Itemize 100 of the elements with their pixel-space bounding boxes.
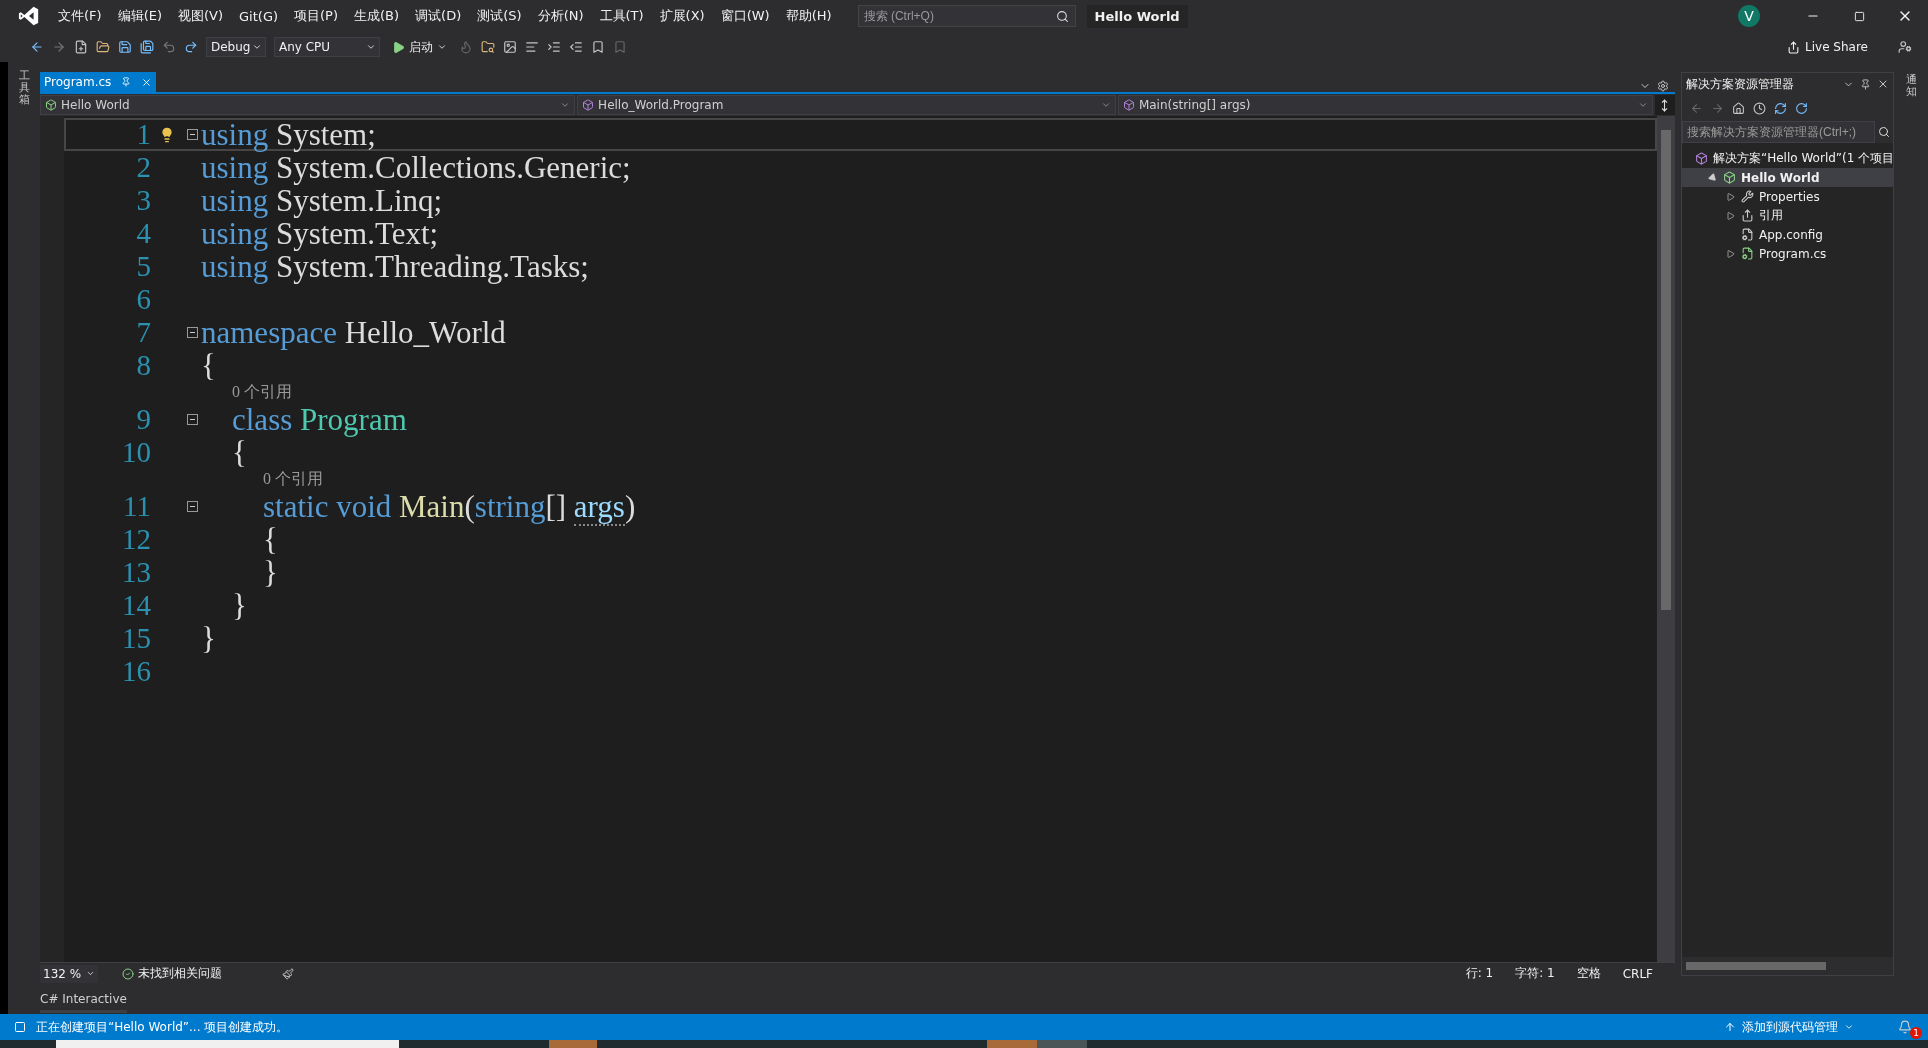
line-number: 5 [135,250,151,283]
references-icon [1741,209,1754,222]
code-line: using System; [201,116,376,153]
line-number: 6 [135,283,151,316]
source-control-button[interactable]: 添加到源代码管理 [1718,1017,1860,1037]
back-icon[interactable] [30,40,44,54]
navigation-dropdown[interactable]: Hello World [40,95,576,115]
collapse-icon[interactable] [187,501,198,512]
close-icon[interactable] [1877,78,1889,90]
undo-icon[interactable] [162,40,176,54]
class-icon [582,99,595,111]
menu-item[interactable]: 文件(F) [50,7,110,25]
redo-icon[interactable] [184,40,198,54]
open-folder-icon[interactable] [96,40,110,54]
menu-item[interactable]: 帮助(H) [777,7,840,25]
toolbox-tab[interactable]: 工具箱 [18,70,30,107]
caret-icon [86,969,95,978]
vertical-scrollbar[interactable] [1657,116,1675,962]
up-arrow-icon [1724,1021,1736,1033]
solution-icon [1695,152,1708,165]
caret-icon [1100,100,1111,110]
caret-icon [1844,1022,1854,1032]
panel-title: 解决方案资源管理器 [1686,75,1795,93]
bookmark-icon[interactable] [591,40,605,54]
codelens-references[interactable]: 0 个引用 [263,469,323,490]
navigation-dropdown[interactable]: Hello_World.Program [577,95,1116,115]
save-all-icon[interactable] [140,40,154,54]
menu-item[interactable]: 生成(B) [346,7,408,25]
close-icon [141,76,153,88]
start-button[interactable]: 启动 [388,38,451,56]
menu-item[interactable]: 分析(N) [529,7,592,25]
menu-item[interactable]: 扩展(X) [651,7,713,25]
sync-icon[interactable] [1774,101,1787,115]
live-share-button[interactable]: Live Share [1781,39,1874,55]
line-number: 10 [121,436,151,469]
issues-status[interactable]: 未找到相关问题 [138,965,222,982]
notifications-tab[interactable]: 通知 [1905,74,1917,1014]
codelens-references[interactable]: 0 个引用 [232,382,292,403]
output-icon [14,1021,26,1033]
caret-icon [366,42,376,52]
menu-item[interactable]: 调试(D) [407,7,470,25]
split-button[interactable] [1655,95,1675,115]
save-icon[interactable] [118,40,132,54]
menu-item[interactable]: Git(G) [231,8,287,24]
zoom-dropdown[interactable]: 132 % [40,964,98,983]
account-avatar[interactable]: V [1738,5,1760,27]
menu-item[interactable]: 窗口(W) [712,7,778,25]
class-icon [1122,99,1135,111]
tree-item[interactable]: Hello World [1682,168,1893,187]
menu-item[interactable]: 项目(P) [286,7,346,25]
solution-search-field[interactable]: 搜索解决方案资源管理器(Ctrl+;) [1682,121,1875,143]
home-icon[interactable] [1732,101,1745,115]
document-tab[interactable]: Program.cs [40,72,157,92]
platform-dropdown[interactable]: Any CPU [274,37,380,57]
line-number: 3 [135,184,151,217]
caret-icon [252,42,262,52]
settings-icon[interactable] [1657,80,1669,92]
align-icon[interactable] [525,40,539,54]
horizontal-scrollbar[interactable] [1682,957,1893,975]
menu-item[interactable]: 视图(V) [170,7,232,25]
expanded-triangle-icon[interactable] [1708,173,1718,182]
new-file-icon[interactable] [74,40,88,54]
editor-status-item: 行: 1 [1465,965,1494,982]
editor-status-item: CRLF [1622,966,1653,981]
folder-search-icon[interactable] [481,40,495,54]
editor-status-item: 空格 [1576,965,1601,982]
tree-item[interactable]: 引用 [1682,206,1893,225]
pin-icon[interactable] [1860,78,1871,90]
search-icon[interactable] [1878,126,1890,138]
history-icon[interactable] [1753,101,1766,115]
collapse-icon[interactable] [187,414,198,425]
project-icon [45,99,57,111]
tree-item[interactable]: App.config [1682,225,1893,244]
forward-icon[interactable] [52,40,66,54]
tree-item[interactable]: 解决方案“Hello World”(1 个项目 [1682,149,1893,168]
menu-item[interactable]: 工具(T) [591,7,652,25]
restore-icon [1853,10,1865,22]
collapse-icon[interactable] [187,129,198,140]
indent-icon[interactable] [547,40,561,54]
refresh-icon[interactable] [1795,101,1808,115]
project-icon [1723,171,1736,184]
collapsed-triangle-icon[interactable] [1726,192,1736,201]
forward-icon[interactable] [1711,101,1724,115]
line-number: 15 [121,622,151,655]
collapsed-triangle-icon[interactable] [1726,249,1736,258]
lightbulb-icon[interactable] [159,126,175,143]
search-field[interactable]: 搜索 (Ctrl+Q) [857,5,1076,27]
menu-item[interactable]: 编辑(E) [109,7,170,25]
collapsed-triangle-icon[interactable] [1726,211,1736,220]
tree-item[interactable]: Program.cs [1682,244,1893,263]
outdent-icon[interactable] [569,40,583,54]
line-number: 9 [135,403,151,436]
configuration-dropdown[interactable]: Debug [206,37,266,57]
tree-item[interactable]: Properties [1682,187,1893,206]
code-line: } [201,620,216,657]
feedback-icon[interactable] [1898,40,1912,54]
brush-icon[interactable] [282,967,294,980]
navigation-dropdown[interactable]: Main(string[] args) [1117,95,1653,115]
menu-item[interactable]: 测试(S) [469,7,530,25]
collapse-icon[interactable] [187,327,198,338]
